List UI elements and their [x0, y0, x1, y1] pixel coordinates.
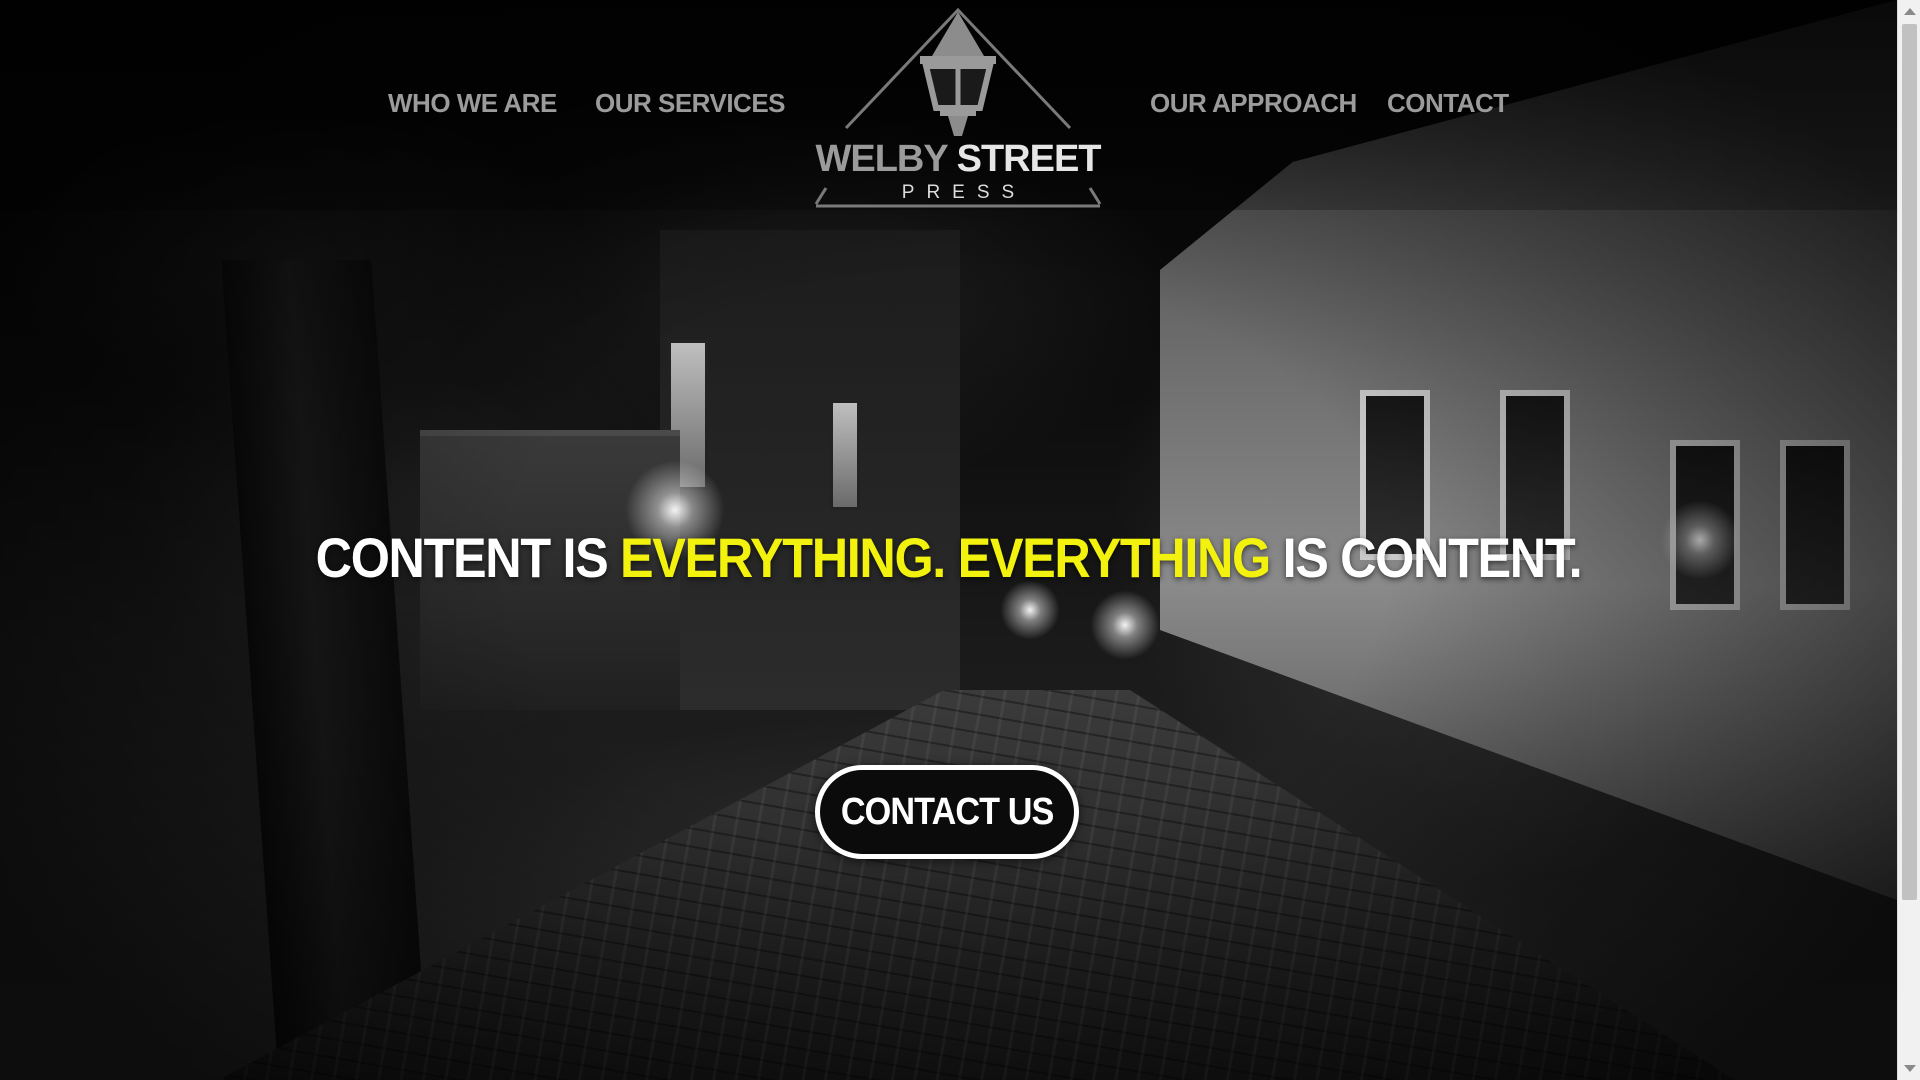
- nav-who-we-are[interactable]: WHO WE ARE: [388, 88, 557, 119]
- nav-contact[interactable]: CONTACT: [1387, 88, 1509, 119]
- headline-space: [945, 526, 958, 589]
- logo-subtitle: PRESS: [901, 182, 1027, 203]
- headline-text-2: IS CONTENT.: [1269, 526, 1583, 589]
- page-viewport: WHO WE ARE OUR SERVICES OUR APPROACH CON…: [0, 0, 1897, 1080]
- contact-us-label: CONTACT US: [840, 790, 1055, 833]
- scrollbar-thumb[interactable]: [1902, 24, 1917, 900]
- headline-highlight-1: EVERYTHING.: [620, 526, 946, 589]
- headline-highlight-2: EVERYTHING: [957, 526, 1272, 589]
- logo-wordmark: WELBY STREET: [808, 140, 1108, 178]
- nav-our-services[interactable]: OUR SERVICES: [595, 88, 786, 119]
- site-logo[interactable]: WELBY STREET PRESS: [808, 8, 1108, 210]
- logo-word-street: STREET: [956, 138, 1102, 180]
- contact-us-button[interactable]: CONTACT US: [815, 765, 1079, 859]
- nav-our-approach[interactable]: OUR APPROACH: [1150, 88, 1357, 119]
- logo-word-welby: WELBY: [815, 138, 949, 180]
- headline-text-1: CONTENT IS: [315, 526, 621, 589]
- scroll-up-arrow-icon[interactable]: [1904, 8, 1916, 15]
- scroll-down-arrow-icon[interactable]: [1904, 1065, 1916, 1072]
- hero-headline: CONTENT IS EVERYTHING. EVERYTHING IS CON…: [95, 525, 1802, 590]
- page-scrollbar[interactable]: [1897, 0, 1920, 1080]
